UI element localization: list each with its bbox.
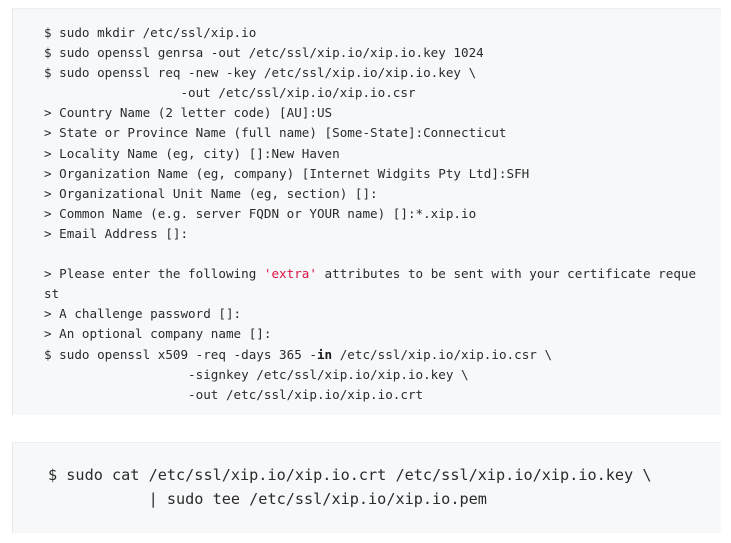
code-segment: | sudo tee /etc/ssl/xip.io/xip.io.pem	[48, 490, 487, 508]
code-segment: > Common Name (e.g. server FQDN or YOUR …	[44, 205, 477, 221]
code-line: | sudo tee /etc/ssl/xip.io/xip.io.pem	[48, 487, 651, 511]
code-segment: -out /etc/ssl/xip.io/xip.io.csr	[44, 85, 416, 101]
code-segment: st	[44, 286, 60, 302]
code-segment: $ sudo mkdir /etc/ssl/xip.io	[44, 25, 257, 40]
code-line: > State or Province Name (full name) [So…	[44, 123, 696, 143]
code-segment: $ sudo cat /etc/ssl/xip.io/xip.io.crt /e…	[48, 466, 652, 484]
code-line: > A challenge password []:	[44, 304, 696, 324]
string-token: 'extra'	[263, 266, 317, 282]
code-segment: -out /etc/ssl/xip.io/xip.io.crt	[44, 386, 424, 402]
code-line: > Country Name (2 letter code) [AU]:US	[44, 103, 696, 123]
code-line: -out /etc/ssl/xip.io/xip.io.crt	[44, 385, 696, 405]
code-text: $ sudo cat /etc/ssl/xip.io/xip.io.crt /e…	[48, 463, 651, 511]
code-line: $ sudo openssl req -new -key /etc/ssl/xi…	[44, 63, 696, 83]
code-line: > Locality Name (eg, city) []:New Haven	[44, 144, 696, 164]
code-line: > Email Address []:	[44, 224, 696, 244]
code-line: > Please enter the following 'extra' att…	[44, 264, 696, 284]
code-segment: > Organization Name (eg, company) [Inter…	[44, 165, 530, 181]
code-line: -signkey /etc/ssl/xip.io/xip.io.key \	[44, 365, 696, 385]
code-segment: > Organizational Unit Name (eg, section)…	[44, 185, 378, 201]
code-segment: -signkey /etc/ssl/xip.io/xip.io.key \	[44, 366, 469, 382]
code-line: $ sudo mkdir /etc/ssl/xip.io	[44, 23, 696, 43]
code-line: > An optional company name []:	[44, 324, 696, 344]
code-segment: > Country Name (2 letter code) [AU]:US	[44, 105, 333, 121]
code-segment: $ sudo openssl req -new -key /etc/ssl/xi…	[44, 65, 477, 81]
code-block-pem: $ sudo cat /etc/ssl/xip.io/xip.io.crt /e…	[12, 442, 721, 533]
code-segment: > An optional company name []:	[44, 326, 272, 342]
code-segment: > Locality Name (eg, city) []:New Haven	[44, 145, 340, 161]
code-segment: > Please enter the following	[44, 266, 264, 282]
code-segment: $ sudo openssl genrsa -out /etc/ssl/xip.…	[44, 45, 484, 61]
code-line: > Organizational Unit Name (eg, section)…	[44, 184, 696, 204]
code-line: $ sudo openssl x509 -req -days 365 -in /…	[44, 345, 696, 365]
keyword-token: in	[316, 346, 333, 362]
code-line: -out /etc/ssl/xip.io/xip.io.csr	[44, 83, 696, 103]
code-text: $ sudo mkdir /etc/ssl/xip.io $ sudo opens…	[44, 23, 696, 405]
code-line: > Organization Name (eg, company) [Inter…	[44, 164, 696, 184]
code-line: $ sudo openssl genrsa -out /etc/ssl/xip.…	[44, 43, 696, 63]
code-block-openssl: $ sudo mkdir /etc/ssl/xip.io $ sudo opens…	[12, 8, 721, 415]
code-segment: attributes to be sent with your certific…	[316, 266, 697, 282]
code-segment: $ sudo openssl x509 -req -days 365 -	[44, 346, 317, 362]
code-segment: > Email Address []:	[44, 225, 189, 241]
code-segment: /etc/ssl/xip.io/xip.io.csr \	[332, 346, 553, 362]
code-segment: > A challenge password []:	[44, 306, 242, 322]
code-segment: > State or Province Name (full name) [So…	[44, 125, 507, 141]
code-line: > Common Name (e.g. server FQDN or YOUR …	[44, 204, 696, 224]
code-line: $ sudo cat /etc/ssl/xip.io/xip.io.crt /e…	[48, 463, 651, 487]
code-line: st	[44, 284, 696, 304]
